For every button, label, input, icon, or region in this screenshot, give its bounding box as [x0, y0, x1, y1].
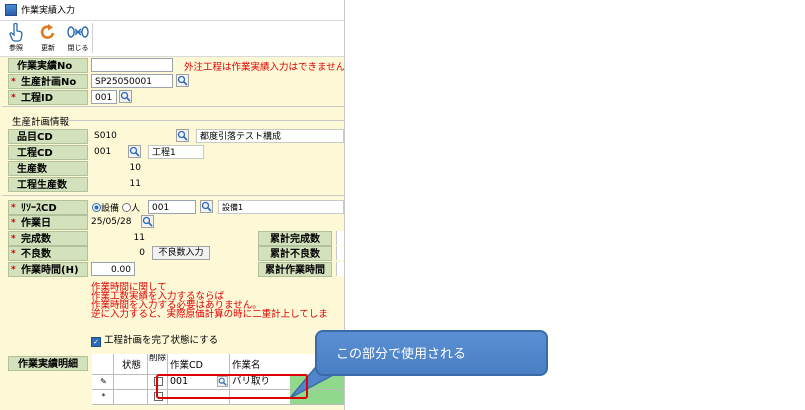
highlight-box	[156, 374, 308, 399]
annotation-callout: この部分で使用される	[315, 330, 548, 376]
